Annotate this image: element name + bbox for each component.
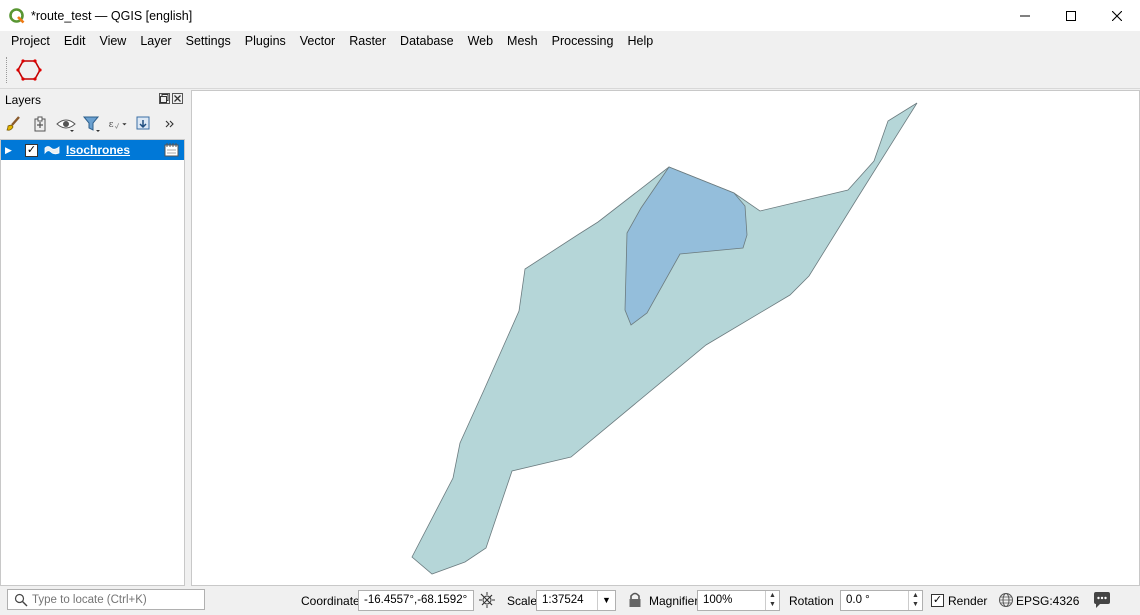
undock-panel-button[interactable] bbox=[159, 93, 170, 104]
close-icon bbox=[1112, 10, 1122, 21]
menu-database[interactable]: Database bbox=[393, 31, 461, 51]
layers-panel-toolbar: ε bbox=[0, 110, 186, 138]
main-toolbar bbox=[0, 51, 1140, 89]
temporary-layer-icon[interactable] bbox=[164, 143, 179, 157]
menu-help[interactable]: Help bbox=[620, 31, 660, 51]
close-panel-button[interactable] bbox=[172, 93, 183, 104]
scale-label: Scale bbox=[507, 594, 538, 608]
rotation-value: 0.0 ° bbox=[846, 594, 870, 606]
expression-icon: ε bbox=[109, 119, 127, 130]
magnifier-label: Magnifier bbox=[649, 594, 699, 608]
add-group-button[interactable] bbox=[30, 114, 50, 134]
menu-layer[interactable]: Layer bbox=[133, 31, 178, 51]
render-checkbox[interactable]: ✓ bbox=[931, 594, 944, 607]
messages-icon[interactable] bbox=[1092, 591, 1112, 609]
polygon-layer-icon bbox=[44, 146, 60, 155]
close-icon bbox=[174, 95, 181, 102]
menu-project[interactable]: Project bbox=[4, 31, 57, 51]
expand-all-button[interactable] bbox=[134, 114, 154, 134]
window-controls bbox=[1002, 0, 1140, 31]
menu-web[interactable]: Web bbox=[461, 31, 500, 51]
layers-panel: Layers ε ▶ ✓ Isochrones bbox=[0, 90, 186, 586]
chevron-down-icon[interactable]: ▼ bbox=[597, 591, 615, 610]
polygon-tool-button[interactable] bbox=[15, 56, 43, 84]
menu-edit[interactable]: Edit bbox=[57, 31, 93, 51]
eye-icon bbox=[56, 119, 76, 132]
map-canvas[interactable] bbox=[191, 90, 1140, 586]
menu-mesh[interactable]: Mesh bbox=[500, 31, 545, 51]
locator-box[interactable] bbox=[7, 589, 205, 610]
rotation-spinbox[interactable]: 0.0 ° ▲ ▼ bbox=[840, 590, 923, 611]
menu-raster[interactable]: Raster bbox=[342, 31, 393, 51]
minimize-button[interactable] bbox=[1002, 0, 1048, 31]
layers-panel-header: Layers bbox=[0, 90, 186, 110]
hexagon-polygon-icon bbox=[16, 58, 42, 81]
magnifier-spinbox[interactable]: 100% ▲ ▼ bbox=[697, 590, 780, 611]
filter-icon bbox=[82, 116, 100, 132]
map-drawing bbox=[411, 102, 918, 575]
layer-visibility-checkbox[interactable]: ✓ bbox=[25, 143, 38, 157]
coordinate-field[interactable]: -16.4557°,-68.1592° bbox=[358, 590, 474, 611]
close-button[interactable] bbox=[1094, 0, 1140, 31]
menu-bar: Project Edit View Layer Settings Plugins… bbox=[0, 31, 1140, 51]
scale-combo[interactable]: 1:37524 ▼ bbox=[536, 590, 616, 611]
spin-arrows-icon[interactable]: ▲ ▼ bbox=[908, 591, 922, 610]
layer-item-isochrones[interactable]: ▶ ✓ Isochrones bbox=[1, 140, 184, 160]
maximize-icon bbox=[1066, 10, 1076, 21]
expand-all-icon bbox=[136, 116, 150, 130]
chevron-double-right-icon bbox=[165, 120, 174, 128]
menu-vector[interactable]: Vector bbox=[293, 31, 342, 51]
manage-visibility-button[interactable] bbox=[56, 114, 76, 134]
search-icon bbox=[14, 593, 28, 606]
locator-input[interactable] bbox=[32, 593, 202, 606]
toolbar-grip[interactable] bbox=[6, 56, 9, 83]
window-title: *route_test — QGIS [english] bbox=[31, 8, 193, 23]
maximize-button[interactable] bbox=[1048, 0, 1094, 31]
toggle-extents-icon[interactable] bbox=[478, 591, 496, 609]
status-bar: Coordinate -16.4557°,-68.1592° Scale 1:3… bbox=[0, 586, 1140, 615]
render-label: Render bbox=[948, 594, 988, 608]
menu-settings[interactable]: Settings bbox=[179, 31, 238, 51]
undock-icon bbox=[160, 94, 169, 103]
qgis-logo-icon bbox=[9, 7, 25, 23]
title-bar: *route_test — QGIS [english] bbox=[0, 0, 1140, 31]
layers-panel-title: Layers bbox=[5, 93, 42, 107]
rotation-label: Rotation bbox=[789, 594, 834, 608]
filter-legend-button[interactable] bbox=[82, 114, 102, 134]
scale-value: 1:37524 bbox=[542, 594, 584, 606]
spin-arrows-icon[interactable]: ▲ ▼ bbox=[765, 591, 779, 610]
menu-plugins[interactable]: Plugins bbox=[238, 31, 293, 51]
minimize-icon bbox=[1020, 15, 1030, 16]
filter-by-expression-button[interactable]: ε bbox=[108, 114, 128, 134]
layer-tree: ▶ ✓ Isochrones bbox=[0, 139, 185, 586]
magnifier-value: 100% bbox=[703, 594, 733, 606]
expand-arrow-icon[interactable]: ▶ bbox=[5, 145, 15, 156]
more-tools-button[interactable] bbox=[160, 114, 180, 134]
add-group-icon bbox=[34, 116, 46, 132]
paintbrush-icon bbox=[6, 116, 20, 131]
menu-processing[interactable]: Processing bbox=[545, 31, 621, 51]
globe-crs-icon[interactable] bbox=[998, 592, 1014, 608]
coordinate-label: Coordinate bbox=[301, 594, 360, 608]
svg-text:ε: ε bbox=[109, 119, 114, 130]
layer-name: Isochrones bbox=[66, 143, 131, 157]
crs-label[interactable]: EPSG:4326 bbox=[1016, 594, 1079, 608]
style-layer-button[interactable] bbox=[4, 114, 24, 134]
menu-view[interactable]: View bbox=[92, 31, 133, 51]
lock-icon[interactable] bbox=[626, 591, 644, 609]
